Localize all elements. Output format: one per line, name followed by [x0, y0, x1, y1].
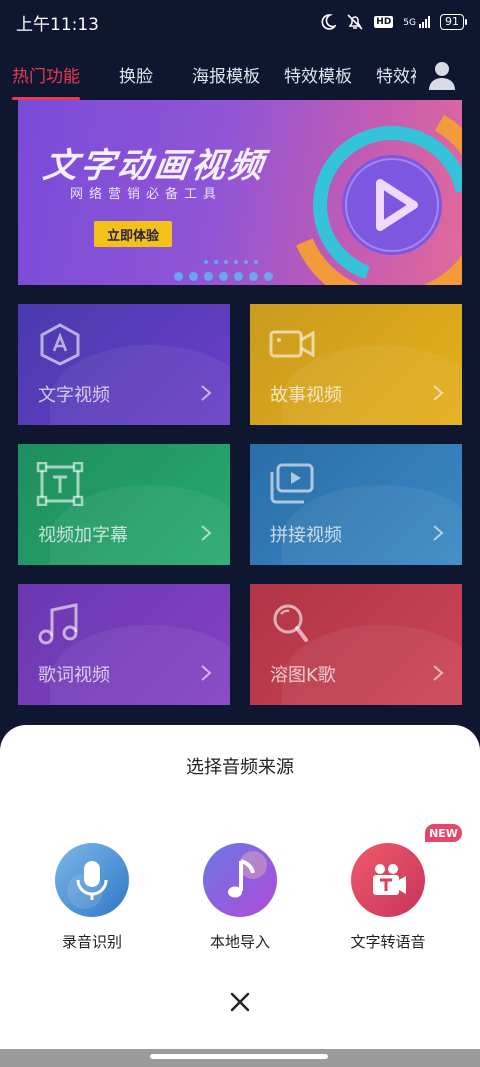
chevron-right-icon	[433, 385, 444, 401]
category-tabs: 热门功能 换脸 海报模板 特效模板 特效视	[0, 52, 480, 100]
chevron-right-icon	[201, 525, 212, 541]
moon-icon	[321, 14, 337, 30]
sheet-title: 选择音频来源	[186, 757, 294, 778]
microphone-icon	[67, 861, 108, 909]
home-indicator[interactable]	[150, 1054, 328, 1059]
music-note-icon	[228, 851, 267, 898]
card-lyrics-video[interactable]: 歌词视频	[18, 584, 230, 705]
card-label: 溶图K歌	[270, 665, 336, 686]
promo-banner[interactable]: 文字动画视频 网络营销必备工具 立即体验	[18, 100, 462, 285]
tab-poster-templates[interactable]: 海报模板	[192, 62, 260, 87]
karaoke-mic-icon	[273, 604, 308, 642]
audio-source-sheet: 选择音频来源 录音识别 本地导入 文字转语音 NEW	[0, 725, 480, 1049]
system-gesture-bar	[0, 1049, 480, 1067]
user-avatar-icon[interactable]	[428, 60, 456, 90]
chevron-right-icon	[201, 665, 212, 681]
option-label: 本地导入	[209, 933, 270, 951]
status-icons: HD 5G 91	[320, 13, 467, 31]
option-label: 文字转语音	[350, 933, 426, 951]
text-a-icon	[40, 323, 80, 366]
card-merge-video[interactable]: 拼接视频	[250, 444, 462, 565]
new-badge: NEW	[425, 824, 462, 842]
video-camera-icon	[269, 330, 315, 358]
text-video-icon	[373, 864, 406, 895]
mute-bell-icon	[347, 14, 363, 30]
option-local-import[interactable]: 本地导入	[170, 843, 310, 952]
close-icon[interactable]	[229, 991, 251, 1013]
card-story-video[interactable]: 故事视频	[250, 304, 462, 425]
card-label: 歌词视频	[38, 665, 110, 686]
option-label: 录音识别	[61, 933, 122, 951]
tab-effect-templates[interactable]: 特效模板	[284, 62, 352, 87]
music-note-icon	[38, 603, 78, 645]
banner-subtitle: 网络营销必备工具	[70, 187, 223, 202]
option-text-to-speech[interactable]: 文字转语音	[318, 843, 458, 952]
card-label: 故事视频	[270, 385, 342, 406]
play-graphic	[288, 110, 462, 285]
tab-hot-features[interactable]: 热门功能	[12, 62, 80, 87]
chevron-right-icon	[201, 385, 212, 401]
option-icon-circle[interactable]	[55, 843, 129, 917]
signal-indicator: 5G	[403, 16, 430, 28]
tab-face-swap[interactable]: 换脸	[119, 62, 153, 87]
card-karaoke[interactable]: 溶图K歌	[250, 584, 462, 705]
chevron-right-icon	[433, 525, 444, 541]
card-video-subtitles[interactable]: 视频加字幕	[18, 444, 230, 565]
status-time: 上午11:13	[16, 14, 99, 35]
option-record-recognize[interactable]: 录音识别	[22, 843, 162, 952]
hd-badge: HD	[374, 16, 394, 28]
status-bar: 上午11:13 HD 5G 91	[0, 0, 480, 44]
tab-overflow-clip: 特效视	[376, 52, 416, 100]
option-icon-circle[interactable]	[203, 843, 277, 917]
subtitle-t-icon	[36, 462, 84, 506]
card-text-video[interactable]: 文字视频	[18, 304, 230, 425]
try-now-button[interactable]: 立即体验	[94, 221, 172, 247]
banner-title: 文字动画视频	[40, 146, 269, 186]
battery-indicator: 91	[440, 14, 467, 30]
card-label: 视频加字幕	[38, 525, 128, 546]
option-icon-circle[interactable]	[351, 843, 425, 917]
tab-effect-video[interactable]: 特效视	[376, 62, 416, 87]
card-label: 拼接视频	[270, 525, 342, 546]
card-label: 文字视频	[38, 385, 110, 406]
stacked-play-icon	[270, 463, 314, 504]
chevron-right-icon	[433, 665, 444, 681]
